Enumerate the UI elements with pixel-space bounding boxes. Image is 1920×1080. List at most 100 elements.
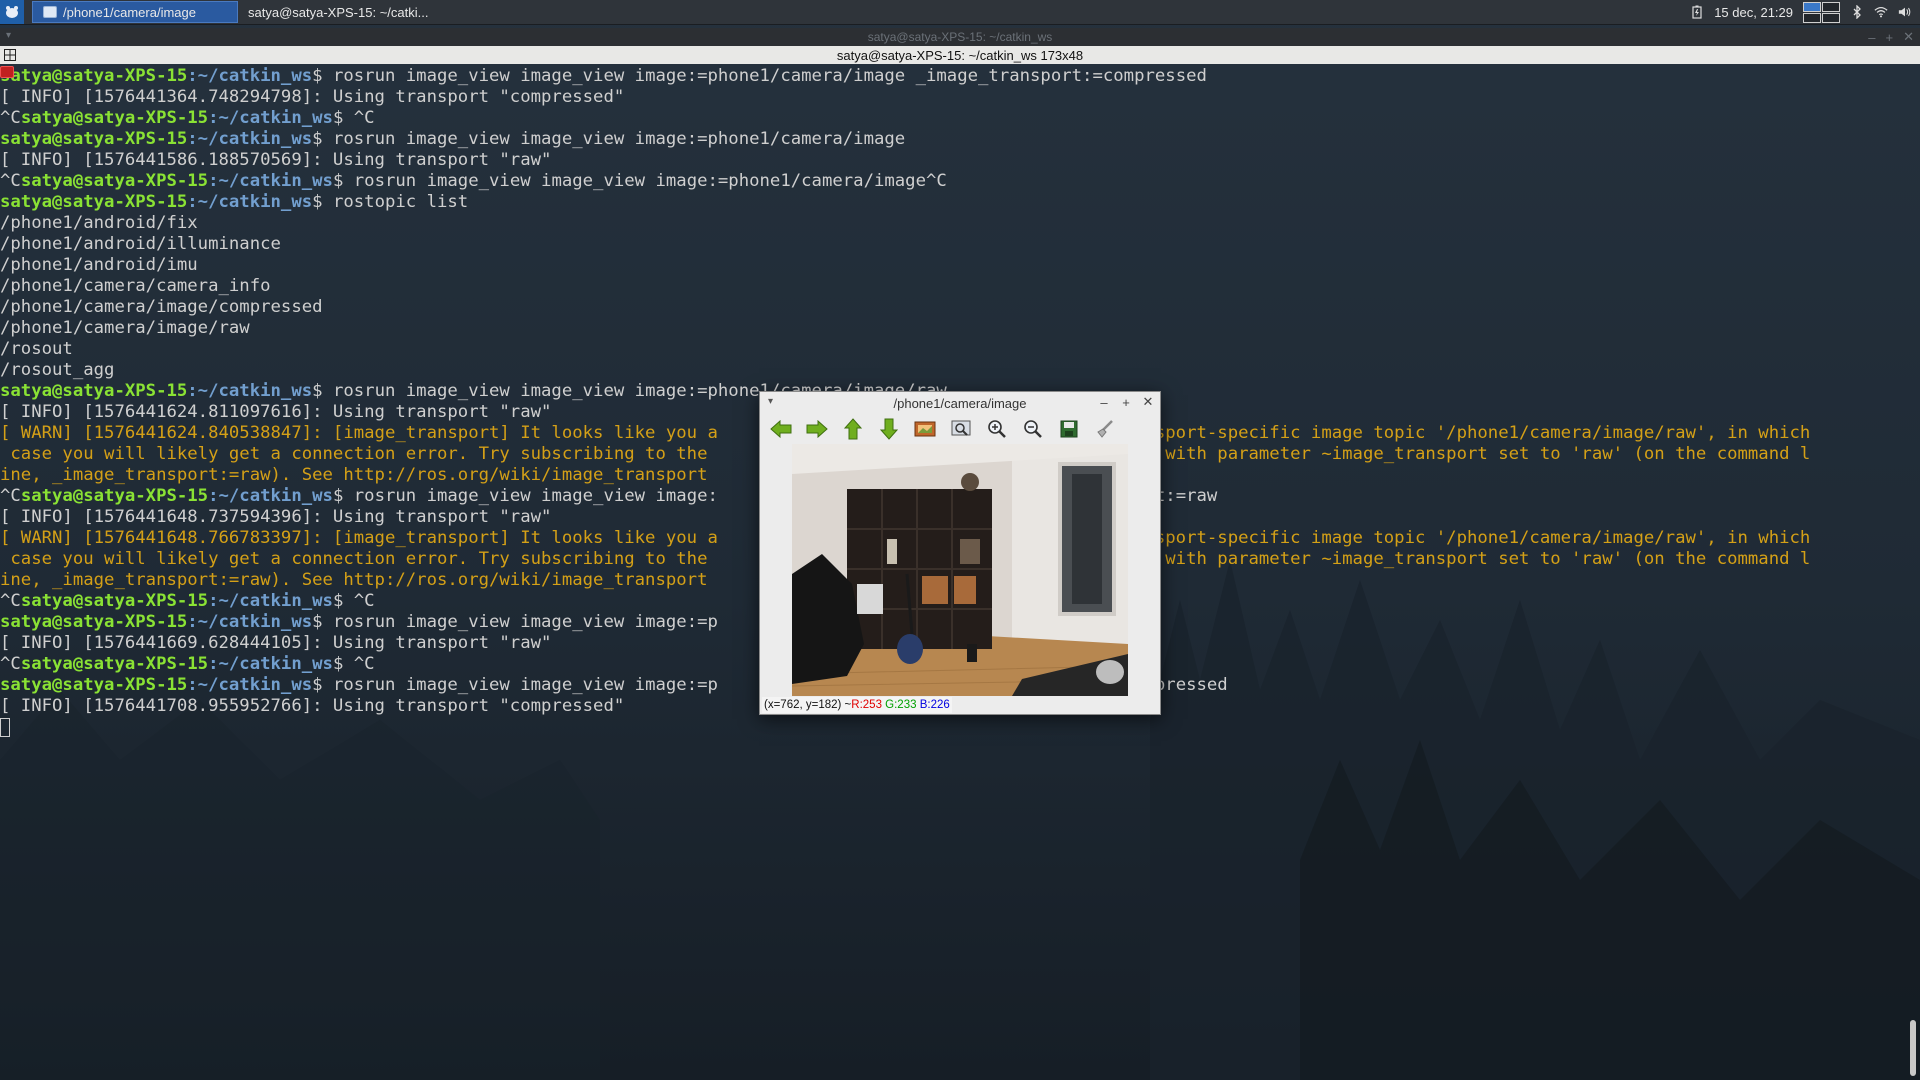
taskbar-item-terminal[interactable]: satya@satya-XPS-15: ~/catki... [0,1,462,78]
image-view-title: /phone1/camera/image [893,395,1027,411]
terminal-line: satya@satya-XPS-15:~/catkin_ws$ rosrun i… [0,129,1900,150]
maximize-icon[interactable]: + [1120,394,1132,410]
interrupt-marker: ^C [0,591,21,611]
zoom-in-icon[interactable] [984,417,1009,442]
up-icon[interactable] [840,417,865,442]
xfce-mouse-icon [6,6,18,18]
output-text: /phone1/android/fix [0,213,198,233]
terminal-titlebar[interactable]: ▾ satya@satya-XPS-15: ~/catkin_ws – + ✕ [0,28,1920,46]
pixel-green-value: G:233 [885,699,917,711]
volume-icon[interactable] [1898,5,1912,19]
warning-text: ine, _image_transport:=raw). See http://… [0,570,708,590]
back-icon[interactable] [768,417,793,442]
interrupt-marker: ^C [0,654,21,674]
app-menu-button[interactable] [0,0,24,24]
terminal-line: /phone1/android/illuminance [0,234,1900,255]
prompt-path: :~/catkin_ws [208,108,333,128]
prompt-path: :~/catkin_ws [187,129,313,149]
forward-icon[interactable] [804,417,829,442]
pixel-red-value: R:253 [851,699,882,711]
terminal-line: /phone1/camera/image/compressed [0,297,1900,318]
fit-icon[interactable] [948,417,973,442]
taskbar-item-image-view[interactable]: /phone1/camera/image [32,1,238,23]
workspace-1[interactable] [1803,1,1821,12]
interrupt-marker: ^C [0,108,21,128]
workspace-switcher[interactable] [1803,1,1840,23]
output-text: [ INFO] [1576441648.737594396]: Using tr… [0,507,552,527]
window-menu-icon[interactable]: ▾ [768,396,773,407]
prompt-path: :~/catkin_ws [187,612,313,632]
prompt-path: :~/catkin_ws [187,192,313,212]
interrupt-marker: ^C [0,486,21,506]
prompt-user: satya@satya-XPS-15 [0,612,188,632]
output-text: /phone1/android/imu [0,255,198,275]
output-text: [ INFO] [1576441669.628444105]: Using tr… [0,633,552,653]
close-icon[interactable]: ✕ [1142,394,1154,410]
picture-icon[interactable] [912,417,937,442]
prompt-path: :~/catkin_ws [208,654,333,674]
minimize-icon[interactable]: – [1868,30,1875,45]
bluetooth-icon[interactable] [1850,5,1864,19]
prompt-path: :~/catkin_ws [187,675,313,695]
taskbar-item-label: satya@satya-XPS-15: ~/catki... [248,4,429,20]
command-text: $ rosrun image_view image_view image:=ph… [312,129,906,149]
output-text: /phone1/android/illuminance [0,234,281,254]
prompt-path: :~/catkin_ws [187,381,313,401]
prompt-path: :~/catkin_ws [208,171,333,191]
prompt-path: :~/catkin_ws [208,486,333,506]
terminal-line: /phone1/camera/image/raw [0,318,1900,339]
prompt-user: satya@satya-XPS-15 [20,108,209,128]
clear-icon[interactable] [1092,417,1117,442]
workspace-4[interactable] [1822,12,1840,23]
terminal-cursor [0,717,10,737]
taskbar-item-label: /phone1/camera/image [63,4,196,20]
save-icon[interactable] [1056,417,1081,442]
camera-image[interactable] [792,444,1128,696]
wifi-icon[interactable] [1874,5,1888,19]
tab-list-icon[interactable] [4,49,16,61]
image-window-icon [43,6,57,18]
output-text: /phone1/camera/camera_info [0,276,271,296]
prompt-user: satya@satya-XPS-15 [20,654,209,674]
window-menu-icon[interactable]: ▾ [6,30,11,41]
clock[interactable]: 15 dec, 21:29 [1714,5,1793,20]
battery-icon[interactable] [1690,5,1704,19]
output-text: [ INFO] [1576441624.811097616]: Using tr… [0,402,552,422]
terminal-title: satya@satya-XPS-15: ~/catkin_ws [867,30,1053,44]
zoom-out-icon[interactable] [1020,417,1045,442]
prompt-user: satya@satya-XPS-15 [20,171,209,191]
workspace-3[interactable] [1803,12,1821,23]
interrupt-marker: ^C [0,171,21,191]
prompt-path: :~/catkin_ws [208,591,333,611]
terminal-line: /phone1/android/fix [0,213,1900,234]
room-photo [792,444,1128,696]
warning-text: ine, _image_transport:=raw). See http://… [0,465,708,485]
terminal-line: /phone1/camera/camera_info [0,276,1900,297]
minimize-icon[interactable]: – [1098,394,1110,410]
image-view-window[interactable]: ▾ /phone1/camera/image – + ✕ (x=762, y=1… [759,391,1161,715]
prompt-user: satya@satya-XPS-15 [0,66,188,86]
pixel-coords: (x=762, y=182) ~ [764,699,852,711]
output-text: /phone1/camera/image/compressed [0,297,323,317]
output-text: [ INFO] [1576441708.955952766]: Using tr… [0,696,625,716]
close-icon[interactable]: ✕ [1903,29,1914,45]
down-icon[interactable] [876,417,901,442]
workspace-2[interactable] [1822,1,1840,12]
prompt-user: satya@satya-XPS-15 [0,192,188,212]
output-text: [ INFO] [1576441586.188570569]: Using tr… [0,150,552,170]
terminal-line: /phone1/android/imu [0,255,1900,276]
command-text: $ rostopic list [312,192,469,212]
pixel-blue-value: B:226 [919,699,950,711]
output-text: /phone1/camera/image/raw [0,318,250,338]
output-text: [ INFO] [1576441364.748294798]: Using tr… [0,87,625,107]
command-text: $ ^C [332,108,375,128]
terminal-line: satya@satya-XPS-15:~/catkin_ws$ rostopic… [0,192,1900,213]
image-view-titlebar[interactable]: ▾ /phone1/camera/image – + ✕ [760,392,1160,414]
maximize-icon[interactable]: + [1886,30,1894,45]
prompt-path: :~/catkin_ws [187,66,313,86]
terminal-scrollbar[interactable] [1910,1020,1916,1076]
command-text: $ rosrun image_view image_view image:=ph… [312,66,1207,86]
command-text: $ ^C [332,591,375,611]
prompt-user: satya@satya-XPS-15 [20,486,209,506]
terminal-line: [ INFO] [1576441586.188570569]: Using tr… [0,150,1900,171]
